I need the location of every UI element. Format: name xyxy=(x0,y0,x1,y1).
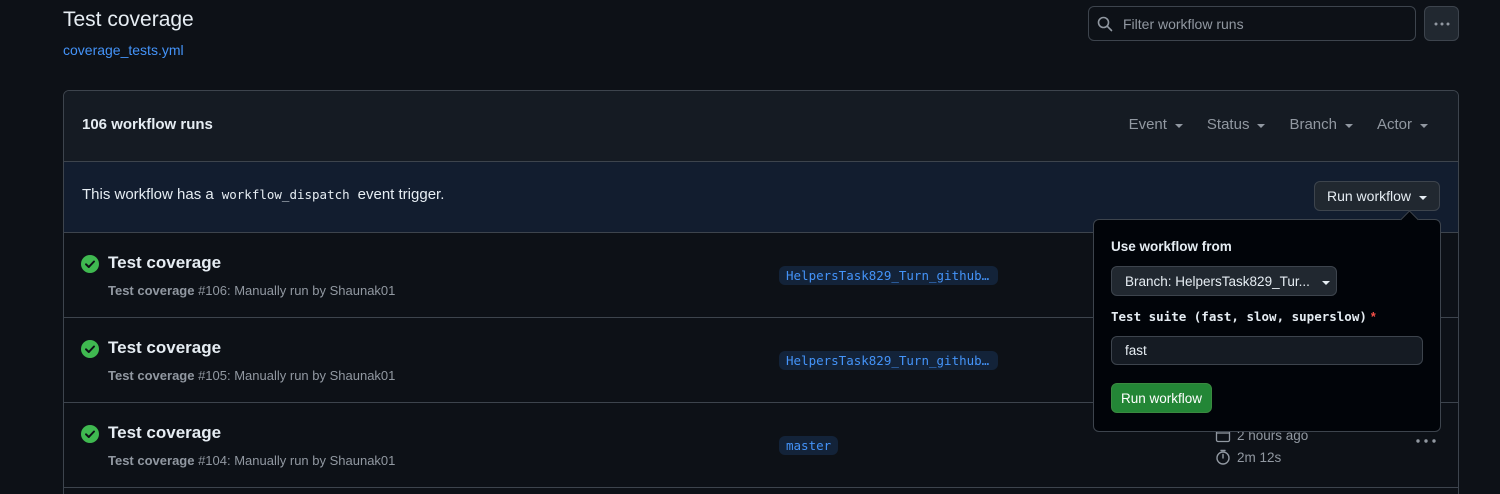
dispatch-event-code: workflow_dispatch xyxy=(221,187,350,202)
actor-filter-label: Actor xyxy=(1376,116,1412,133)
event-filter-dropdown[interactable]: Event xyxy=(1129,116,1183,133)
run-workflow-name: Test coverage xyxy=(108,453,195,468)
kebab-horizontal-icon xyxy=(1434,22,1449,25)
success-check-icon xyxy=(81,255,99,273)
branch-filter-dropdown[interactable]: Branch xyxy=(1289,116,1353,133)
kebab-horizontal-icon[interactable] xyxy=(1416,439,1436,443)
runs-count: 106 workflow runs xyxy=(82,116,213,133)
caret-down-icon xyxy=(1344,124,1353,128)
caret-down-icon xyxy=(1174,124,1183,128)
run-detail: #104: Manually run by Shaunak01 xyxy=(194,453,396,468)
popover-title: Use workflow from xyxy=(1111,239,1232,254)
caret-down-icon xyxy=(1321,280,1330,285)
run-detail: #106: Manually run by Shaunak01 xyxy=(194,283,396,298)
run-detail: #105: Manually run by Shaunak01 xyxy=(194,368,396,383)
run-subtitle: Test coverage #106: Manually run by Shau… xyxy=(108,283,395,298)
required-marker: * xyxy=(1370,310,1376,324)
more-options-button[interactable] xyxy=(1424,6,1459,41)
run-workflow-popover: Use workflow from Branch: HelpersTask829… xyxy=(1093,219,1441,432)
filter-runs-field[interactable] xyxy=(1088,6,1416,41)
runs-header: 106 workflow runs Event Status Branch Ac… xyxy=(64,91,1458,162)
workflow-file-link[interactable]: coverage_tests.yml xyxy=(63,42,184,58)
run-title-link[interactable]: Test coverage xyxy=(108,253,221,273)
search-icon xyxy=(1097,16,1113,31)
test-suite-label: Test suite (fast, slow, superslow) * xyxy=(1111,309,1376,324)
search-input[interactable] xyxy=(1123,15,1393,32)
run-workflow-name: Test coverage xyxy=(108,283,195,298)
run-branch-label[interactable]: HelpersTask829_Turn_github_actions xyxy=(779,351,998,370)
run-duration-text: 2m 12s xyxy=(1237,449,1282,465)
runs-filters: Event Status Branch Actor xyxy=(1105,116,1428,133)
stopwatch-icon xyxy=(1216,449,1230,465)
run-workflow-dropdown-button[interactable]: Run workflow xyxy=(1313,181,1440,211)
run-duration: 2m 12s xyxy=(1215,449,1281,465)
run-branch-label[interactable]: master xyxy=(779,436,839,455)
run-title-link[interactable]: Test coverage xyxy=(108,423,221,443)
run-workflow-submit-button[interactable]: Run workflow xyxy=(1111,383,1213,413)
run-workflow-name: Test coverage xyxy=(108,368,195,383)
branch-filter-label: Branch xyxy=(1289,116,1337,133)
run-branch-label[interactable]: HelpersTask829_Turn_github_actions xyxy=(779,266,998,285)
status-filter-label: Status xyxy=(1206,116,1250,133)
success-check-icon xyxy=(81,425,99,443)
branch-select-label: Branch: HelpersTask829_Tur... xyxy=(1125,273,1310,289)
run-title-link[interactable]: Test coverage xyxy=(108,338,221,358)
status-filter-dropdown[interactable]: Status xyxy=(1207,116,1266,133)
run-subtitle: Test coverage #104: Manually run by Shau… xyxy=(108,453,395,468)
caret-down-icon xyxy=(1420,124,1428,128)
dispatch-text-before: This workflow has a xyxy=(82,186,214,203)
success-check-icon xyxy=(81,340,99,358)
test-suite-input[interactable] xyxy=(1111,336,1423,365)
dispatch-text-after: event trigger. xyxy=(357,186,445,203)
dispatch-message: This workflow has a workflow_dispatch ev… xyxy=(82,186,444,203)
test-suite-label-text: Test suite (fast, slow, superslow) xyxy=(1111,309,1367,324)
caret-down-icon xyxy=(1257,124,1266,128)
branch-select-dropdown[interactable]: Branch: HelpersTask829_Tur... xyxy=(1111,266,1337,296)
event-filter-label: Event xyxy=(1128,116,1167,133)
page-title: Test coverage xyxy=(63,8,194,31)
caret-down-icon xyxy=(1419,195,1427,200)
run-workflow-label: Run workflow xyxy=(1326,188,1411,204)
run-subtitle: Test coverage #105: Manually run by Shau… xyxy=(108,368,395,383)
actor-filter-dropdown[interactable]: Actor xyxy=(1377,116,1428,133)
